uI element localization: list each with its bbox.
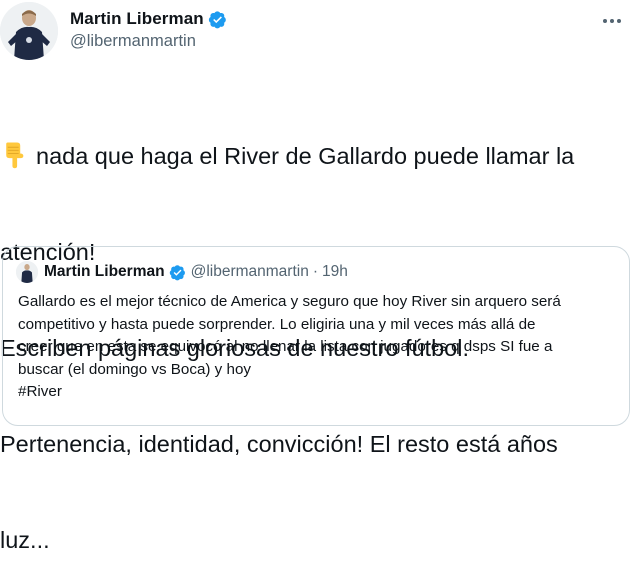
more-options-button[interactable]: [597, 6, 627, 36]
quoted-hashtag[interactable]: #River: [18, 381, 623, 404]
author-avatar[interactable]: [0, 2, 58, 60]
verified-badge-icon: [169, 264, 185, 280]
author-display-name[interactable]: Martin Liberman: [70, 9, 204, 29]
quoted-author-name: Martin Liberman: [44, 263, 165, 280]
quoted-text-line-1: Gallardo es el mejor técnico de America …: [18, 293, 561, 310]
quoted-timestamp[interactable]: 19h: [322, 263, 348, 281]
person-avatar-icon: [16, 261, 38, 283]
person-avatar-icon: [0, 2, 58, 60]
quoted-tweet-text: Gallardo es el mejor técnico de America …: [18, 291, 623, 404]
quoted-text-line-2: competitivo y hasta puede sorprender. Lo…: [18, 315, 536, 333]
author-handle[interactable]: @libermanmartin: [70, 32, 227, 51]
quoted-text-line-4: buscar (el domingo vs Boca) y hoy: [18, 360, 251, 378]
more-dots-icon: [603, 19, 621, 23]
tweet-text-line-1: nada que haga el River de Gallardo puede…: [36, 143, 575, 169]
quoted-separator: ·: [312, 263, 318, 280]
author-block: Martin Liberman @libermanmartin: [70, 8, 227, 51]
author-name-row: Martin Liberman: [70, 8, 227, 30]
tweet-text-line-4: Pertenencia, identidad, convicción! El r…: [0, 431, 558, 457]
backhand-index-pointing-down-icon: [6, 142, 24, 169]
verified-badge-icon: [208, 10, 226, 28]
tweet-text-line: nada que haga el River de Gallardo puede…: [0, 140, 635, 172]
tweet-text-line-5: luz...: [0, 527, 50, 553]
quoted-author-avatar: [16, 261, 38, 283]
tweet-header: Martin Liberman @libermanmartin: [0, 0, 635, 70]
quoted-author-handle: @libermanmartin: [190, 263, 309, 280]
quoted-tweet-header: Martin Liberman @libermanmartin · 19h: [16, 261, 348, 283]
quoted-tweet-card[interactable]: Martin Liberman @libermanmartin · 19h Ga…: [2, 246, 630, 426]
quoted-text-line-3: creer que en esta se equivocó al no llen…: [18, 338, 553, 355]
